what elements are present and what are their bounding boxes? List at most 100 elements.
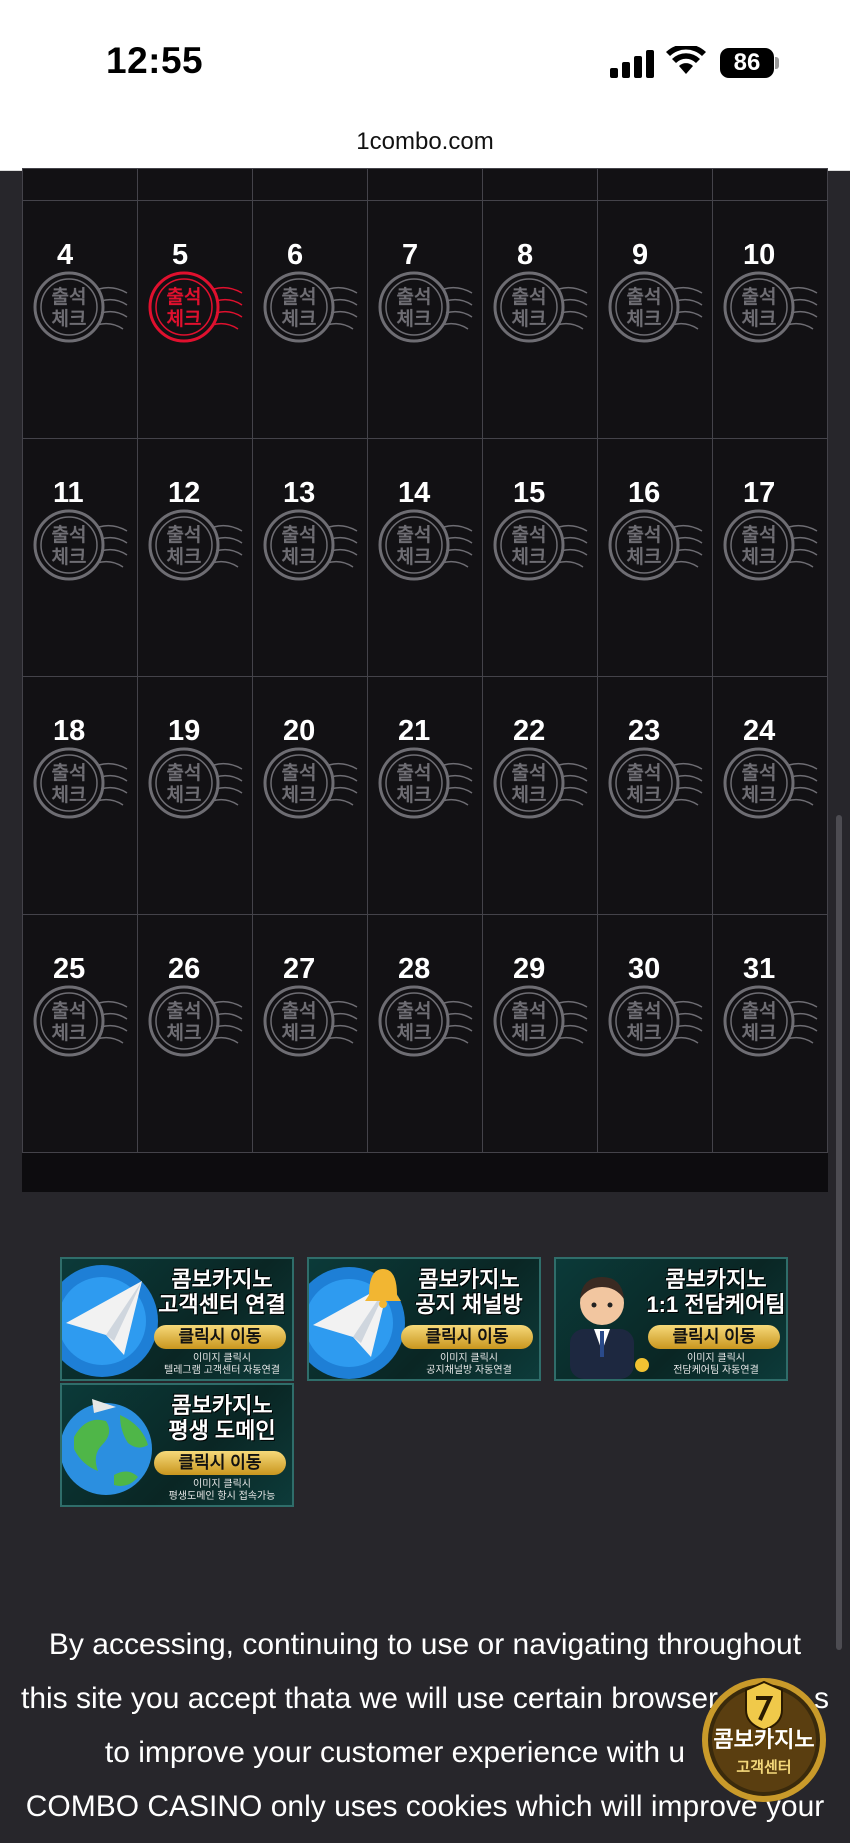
url-text[interactable]: 1combo.com (0, 128, 850, 156)
svg-text:체크: 체크 (512, 1022, 547, 1044)
svg-text:출석: 출석 (282, 524, 317, 546)
svg-text:체크: 체크 (167, 1022, 202, 1044)
calendar-cell-previous (482, 168, 598, 202)
svg-text:출석: 출석 (397, 762, 432, 784)
calendar-cell-previous (22, 168, 138, 202)
calendar-day-cell[interactable]: 12 출석 체크 (137, 438, 253, 677)
svg-text:체크: 체크 (167, 784, 202, 806)
banner-button[interactable]: 클릭시 이동 (154, 1325, 286, 1349)
svg-text:출석: 출석 (397, 1000, 432, 1022)
calendar-day-cell[interactable]: 30 출석 체크 (597, 914, 713, 1153)
svg-text:출석: 출석 (167, 1000, 202, 1022)
svg-text:체크: 체크 (167, 546, 202, 568)
svg-text:출석: 출석 (512, 286, 547, 308)
svg-text:출석: 출석 (282, 1000, 317, 1022)
svg-text:체크: 체크 (627, 1022, 662, 1044)
svg-text:체크: 체크 (742, 1022, 777, 1044)
svg-text:체크: 체크 (512, 784, 547, 806)
calendar-day-cell[interactable]: 27 출석 체크 (252, 914, 368, 1153)
calendar-day-cell[interactable]: 4 출석 체크 (22, 200, 138, 439)
svg-text:체크: 체크 (512, 546, 547, 568)
calendar-day-cell[interactable]: 6 출석 체크 (252, 200, 368, 439)
attendance-stamp-icon: 출석체크 (723, 509, 818, 581)
svg-text:체크: 체크 (282, 546, 317, 568)
calendar-day-cell[interactable]: 9 출석 체크 (597, 200, 713, 439)
svg-text:출석: 출석 (167, 762, 202, 784)
svg-text:출석: 출석 (397, 286, 432, 308)
banner-title: 콤보카지노 공지 채널방 (415, 1267, 523, 1317)
svg-text:체크: 체크 (627, 784, 662, 806)
calendar-day-cell[interactable]: 28 출석 체크 (367, 914, 483, 1153)
banner-button[interactable]: 클릭시 이동 (648, 1325, 780, 1349)
svg-text:출석: 출석 (52, 524, 87, 546)
attendance-stamp-icon: 출석체크 (723, 747, 818, 819)
attendance-stamp-icon: 출석체크 (493, 509, 588, 581)
banner-title: 콤보카지노 고객센터 연결 (158, 1267, 286, 1317)
attendance-stamp-checked-icon: 출석체크 (148, 271, 243, 343)
battery-icon: 86 (720, 48, 774, 78)
svg-text:출석: 출석 (167, 286, 202, 308)
calendar-day-cell[interactable]: 23 출석 체크 (597, 676, 713, 915)
calendar-day-cell[interactable]: 14 출석 체크 (367, 438, 483, 677)
calendar-day-cell[interactable]: 29 출석 체크 (482, 914, 598, 1153)
calendar-day-cell[interactable]: 25 출석 체크 (22, 914, 138, 1153)
calendar-day-cell[interactable]: 17 출석 체크 (712, 438, 828, 677)
svg-text:체크: 체크 (397, 784, 432, 806)
calendar-day-cell[interactable]: 16 출석 체크 (597, 438, 713, 677)
banner-notice-channel[interactable]: 콤보카지노 공지 채널방 클릭시 이동 이미지 클릭시 공지채널방 자동연결 (307, 1257, 541, 1381)
calendar-day-cell[interactable]: 13 출석 체크 (252, 438, 368, 677)
attendance-stamp-icon: 출석체크 (148, 509, 243, 581)
calendar-day-cell[interactable]: 20 출석 체크 (252, 676, 368, 915)
banner-title: 콤보카지노 평생 도메인 (168, 1393, 276, 1443)
attendance-stamp-icon: 출석체크 (608, 271, 703, 343)
svg-text:체크: 체크 (742, 784, 777, 806)
svg-text:출석: 출석 (512, 762, 547, 784)
cellular-signal-icon (610, 50, 654, 78)
attendance-stamp-icon: 출석체크 (263, 271, 358, 343)
calendar-day-cell[interactable]: 31 출석 체크 (712, 914, 828, 1153)
calendar-day-cell[interactable]: 21 출석 체크 (367, 676, 483, 915)
banner-permanent-domain[interactable]: 콤보카지노 평생 도메인 클릭시 이동 이미지 클릭시 평생도메인 항시 접속가능 (60, 1383, 294, 1507)
attendance-stamp-icon: 출석체크 (723, 271, 818, 343)
attendance-stamp-icon: 출석체크 (33, 985, 128, 1057)
attendance-stamp-icon: 출석체크 (378, 985, 473, 1057)
svg-text:체크: 체크 (512, 308, 547, 330)
svg-text:출석: 출석 (742, 762, 777, 784)
calendar-day-cell[interactable]: 26 출석 체크 (137, 914, 253, 1153)
attendance-stamp-icon: 출석체크 (378, 271, 473, 343)
calendar-day-cell[interactable]: 10 출석 체크 (712, 200, 828, 439)
calendar-day-cell[interactable]: 19 출석 체크 (137, 676, 253, 915)
calendar-day-cell[interactable]: 11 출석 체크 (22, 438, 138, 677)
svg-text:출석: 출석 (742, 1000, 777, 1022)
attendance-stamp-icon: 출석체크 (33, 271, 128, 343)
banner-caption: 이미지 클릭시 평생도메인 항시 접속가능 (168, 1479, 276, 1502)
banner-button[interactable]: 클릭시 이동 (154, 1451, 286, 1475)
banner-care-team[interactable]: 콤보카지노 1:1 전담케어팀 클릭시 이동 이미지 클릭시 전담케어팀 자동연결 (554, 1257, 788, 1381)
attendance-stamp-icon: 출석체크 (723, 985, 818, 1057)
status-time: 12:55 (106, 40, 204, 81)
browser-url-bar[interactable]: 1combo.com (0, 112, 850, 171)
banner-button[interactable]: 클릭시 이동 (401, 1325, 533, 1349)
calendar-day-cell[interactable]: 18 출석 체크 (22, 676, 138, 915)
svg-text:출석: 출석 (742, 286, 777, 308)
svg-text:출석: 출석 (167, 524, 202, 546)
svg-text:체크: 체크 (282, 784, 317, 806)
svg-text:체크: 체크 (52, 784, 87, 806)
calendar-day-cell[interactable]: 24 출석 체크 (712, 676, 828, 915)
scrollbar[interactable] (836, 815, 842, 1650)
calendar-day-cell[interactable]: 8 출석 체크 (482, 200, 598, 439)
battery-tip (775, 57, 779, 69)
support-badge-subtitle[interactable]: 고객센터 (700, 1756, 828, 1777)
banner-caption: 이미지 클릭시 텔레그램 고객센터 자동연결 (164, 1353, 280, 1376)
support-badge-title[interactable]: 콤보카지노 (700, 1728, 828, 1752)
attendance-stamp-icon: 출석체크 (493, 271, 588, 343)
calendar-day-cell[interactable]: 5 출석 체크 (137, 200, 253, 439)
calendar-day-cell[interactable]: 7 출석 체크 (367, 200, 483, 439)
svg-text:체크: 체크 (627, 308, 662, 330)
attendance-stamp-icon: 출석체크 (493, 985, 588, 1057)
calendar-day-cell[interactable]: 15 출석 체크 (482, 438, 598, 677)
calendar-cell-previous (252, 168, 368, 202)
banner-customer-center[interactable]: 콤보카지노 고객센터 연결 클릭시 이동 이미지 클릭시 텔레그램 고객센터 자동연… (60, 1257, 294, 1381)
calendar-day-cell[interactable]: 22 출석 체크 (482, 676, 598, 915)
svg-text:출석: 출석 (282, 286, 317, 308)
